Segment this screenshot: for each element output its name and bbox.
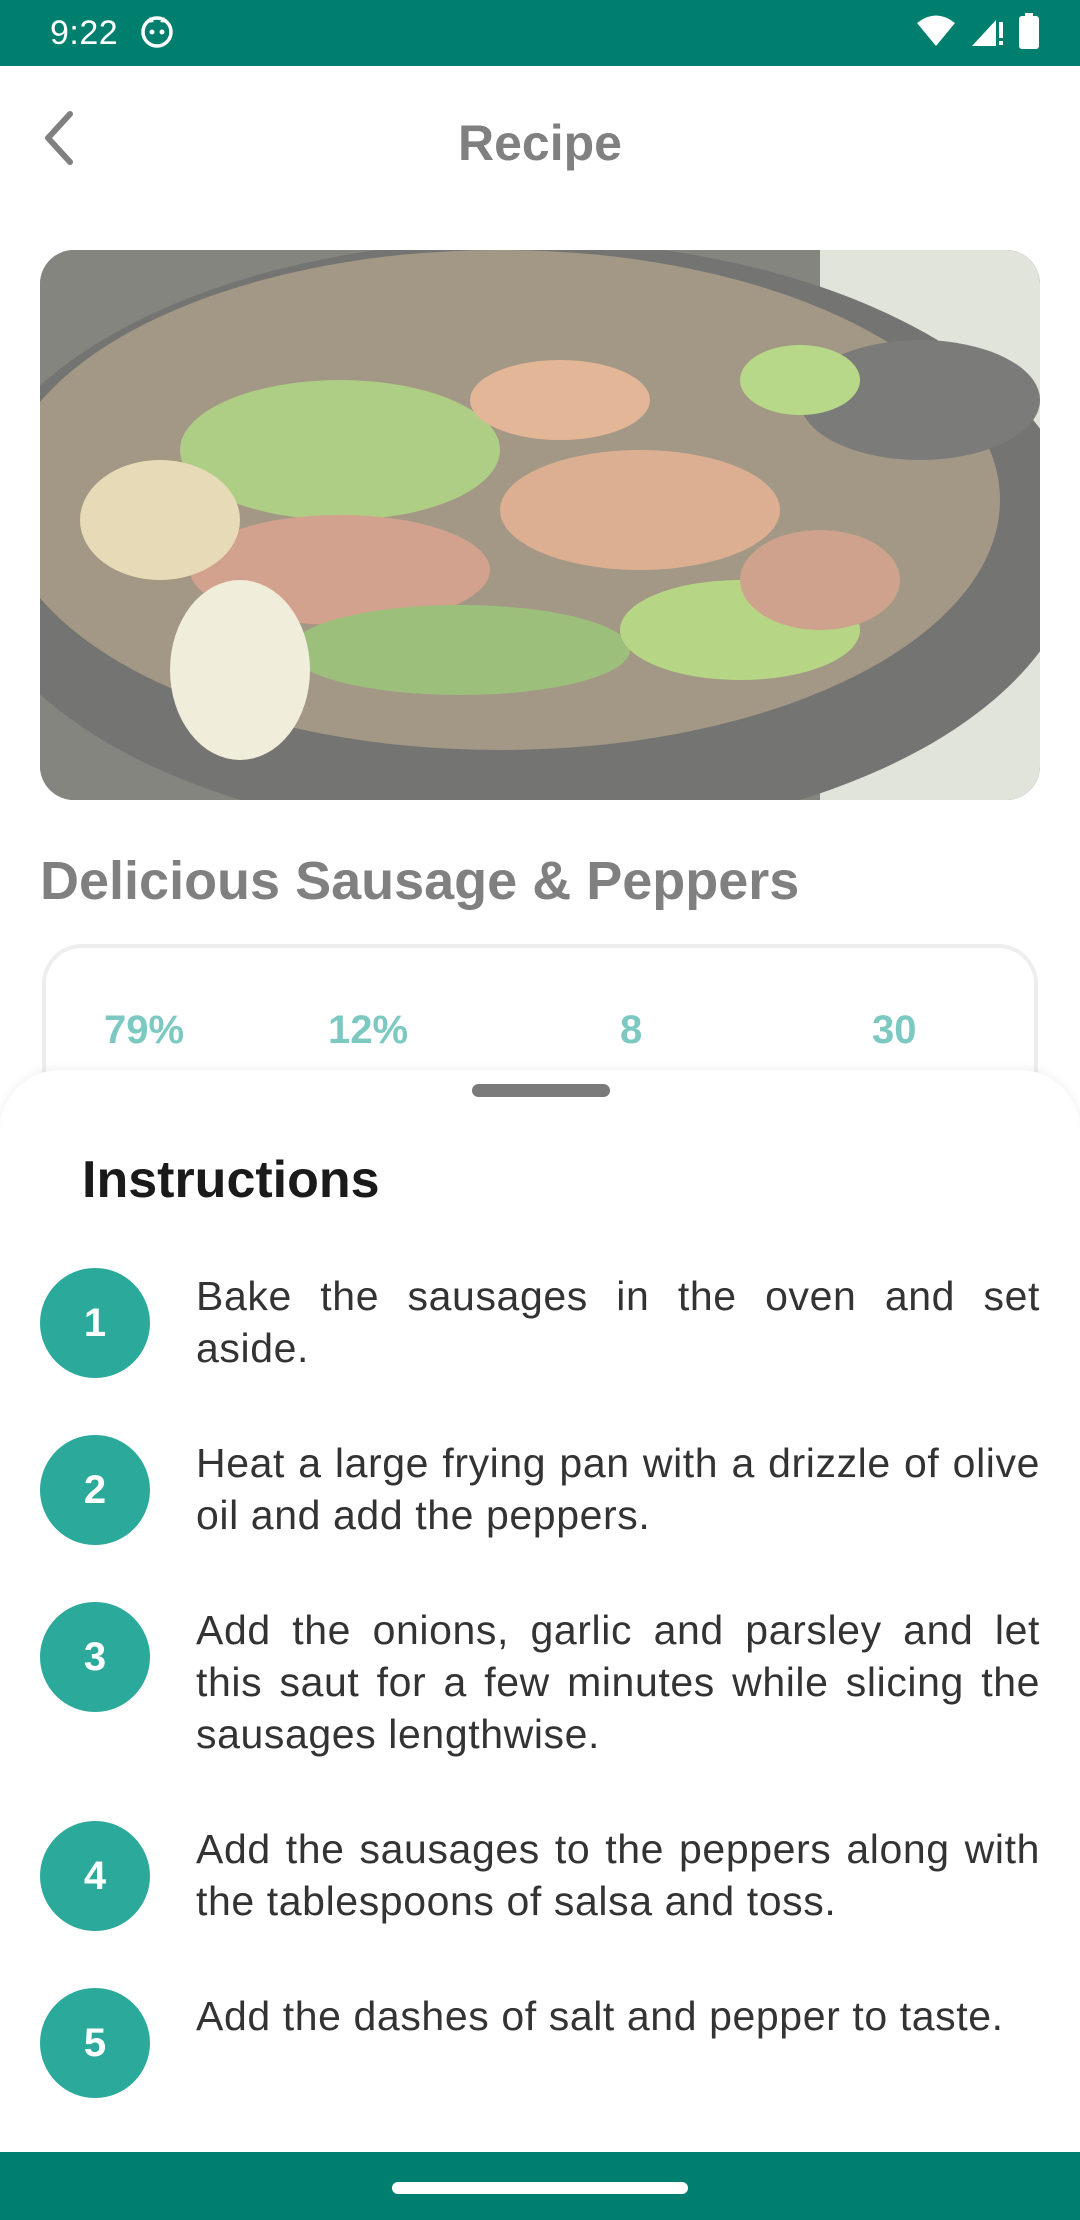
instructions-title: Instructions (82, 1151, 380, 1209)
instruction-step: 3 Add the onions, garlic and parsley and… (40, 1602, 1040, 1760)
step-number-badge: 2 (40, 1435, 150, 1545)
wifi-icon (916, 14, 956, 53)
status-time: 9:22 (50, 13, 119, 52)
step-text: Add the sausages to the peppers along wi… (196, 1826, 1040, 1924)
notification-cat-icon (140, 14, 174, 53)
step-text: Heat a large frying pan with a drizzle o… (196, 1440, 1040, 1538)
step-text: Bake the sausages in the oven and set as… (196, 1273, 1040, 1371)
step-number-badge: 3 (40, 1602, 150, 1712)
status-bar: 9:22 (0, 0, 1080, 66)
instruction-step: 1 Bake the sausages in the oven and set … (40, 1268, 1040, 1378)
step-number-badge: 1 (40, 1268, 150, 1378)
signal-icon (970, 14, 1004, 53)
drag-handle[interactable] (472, 1084, 610, 1097)
step-number-badge: 5 (40, 1988, 150, 2098)
instruction-step: 4 Add the sausages to the peppers along … (40, 1821, 1040, 1931)
step-text: Add the onions, garlic and parsley and l… (196, 1607, 1040, 1757)
instruction-step: 5 Add the dashes of salt and pepper to t… (40, 1988, 1040, 2098)
home-gesture-handle[interactable] (392, 2182, 688, 2194)
step-text: Add the dashes of salt and pepper to tas… (196, 1993, 1004, 2039)
instruction-step: 2 Heat a large frying pan with a drizzle… (40, 1435, 1040, 1545)
battery-icon (1018, 12, 1040, 54)
step-number-badge: 4 (40, 1821, 150, 1931)
navigation-bar (0, 2152, 1080, 2220)
instructions-sheet[interactable]: Instructions 1 Bake the sausages in the … (0, 1070, 1080, 2152)
